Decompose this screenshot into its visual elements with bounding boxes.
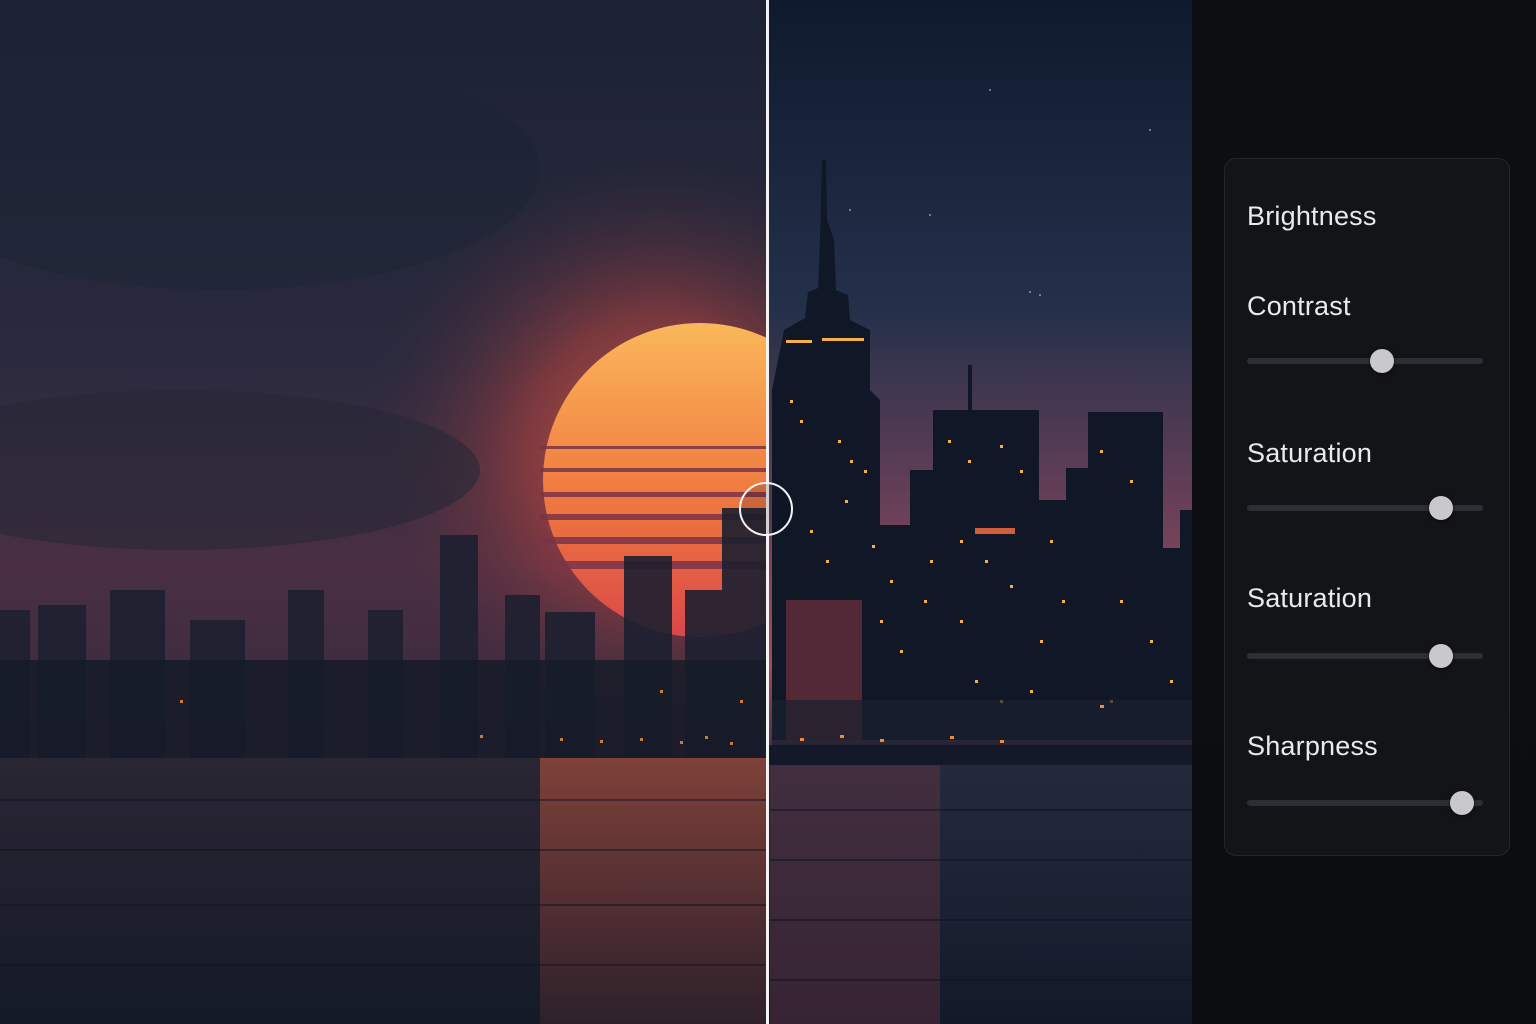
- before-after-viewer[interactable]: [0, 0, 1192, 1024]
- slider-thumb[interactable]: [1369, 349, 1394, 373]
- compare-handle[interactable]: [739, 482, 793, 536]
- image-editor: Brightness Contrast Saturation Saturatio…: [0, 0, 1536, 1024]
- photo-canvas: [0, 0, 1192, 1024]
- saturation-slider[interactable]: [1247, 496, 1483, 520]
- saturation-slider-2[interactable]: [1247, 644, 1483, 668]
- slider-thumb[interactable]: [1428, 496, 1453, 520]
- brightness-label: Brightness: [1247, 201, 1377, 231]
- sharpness-label: Sharpness: [1247, 731, 1378, 761]
- slider-thumb[interactable]: [1428, 644, 1453, 668]
- slider-track[interactable]: [1247, 358, 1483, 364]
- contrast-label: Contrast: [1247, 291, 1351, 321]
- slider-track[interactable]: [1247, 800, 1483, 806]
- saturation-label: Saturation: [1247, 438, 1373, 468]
- saturation-label-2: Saturation: [1247, 583, 1373, 613]
- adjustments-panel: Brightness Contrast Saturation Saturatio…: [1224, 158, 1510, 856]
- contrast-slider[interactable]: [1247, 349, 1483, 373]
- sharpness-slider[interactable]: [1247, 791, 1483, 815]
- slider-thumb[interactable]: [1449, 791, 1474, 815]
